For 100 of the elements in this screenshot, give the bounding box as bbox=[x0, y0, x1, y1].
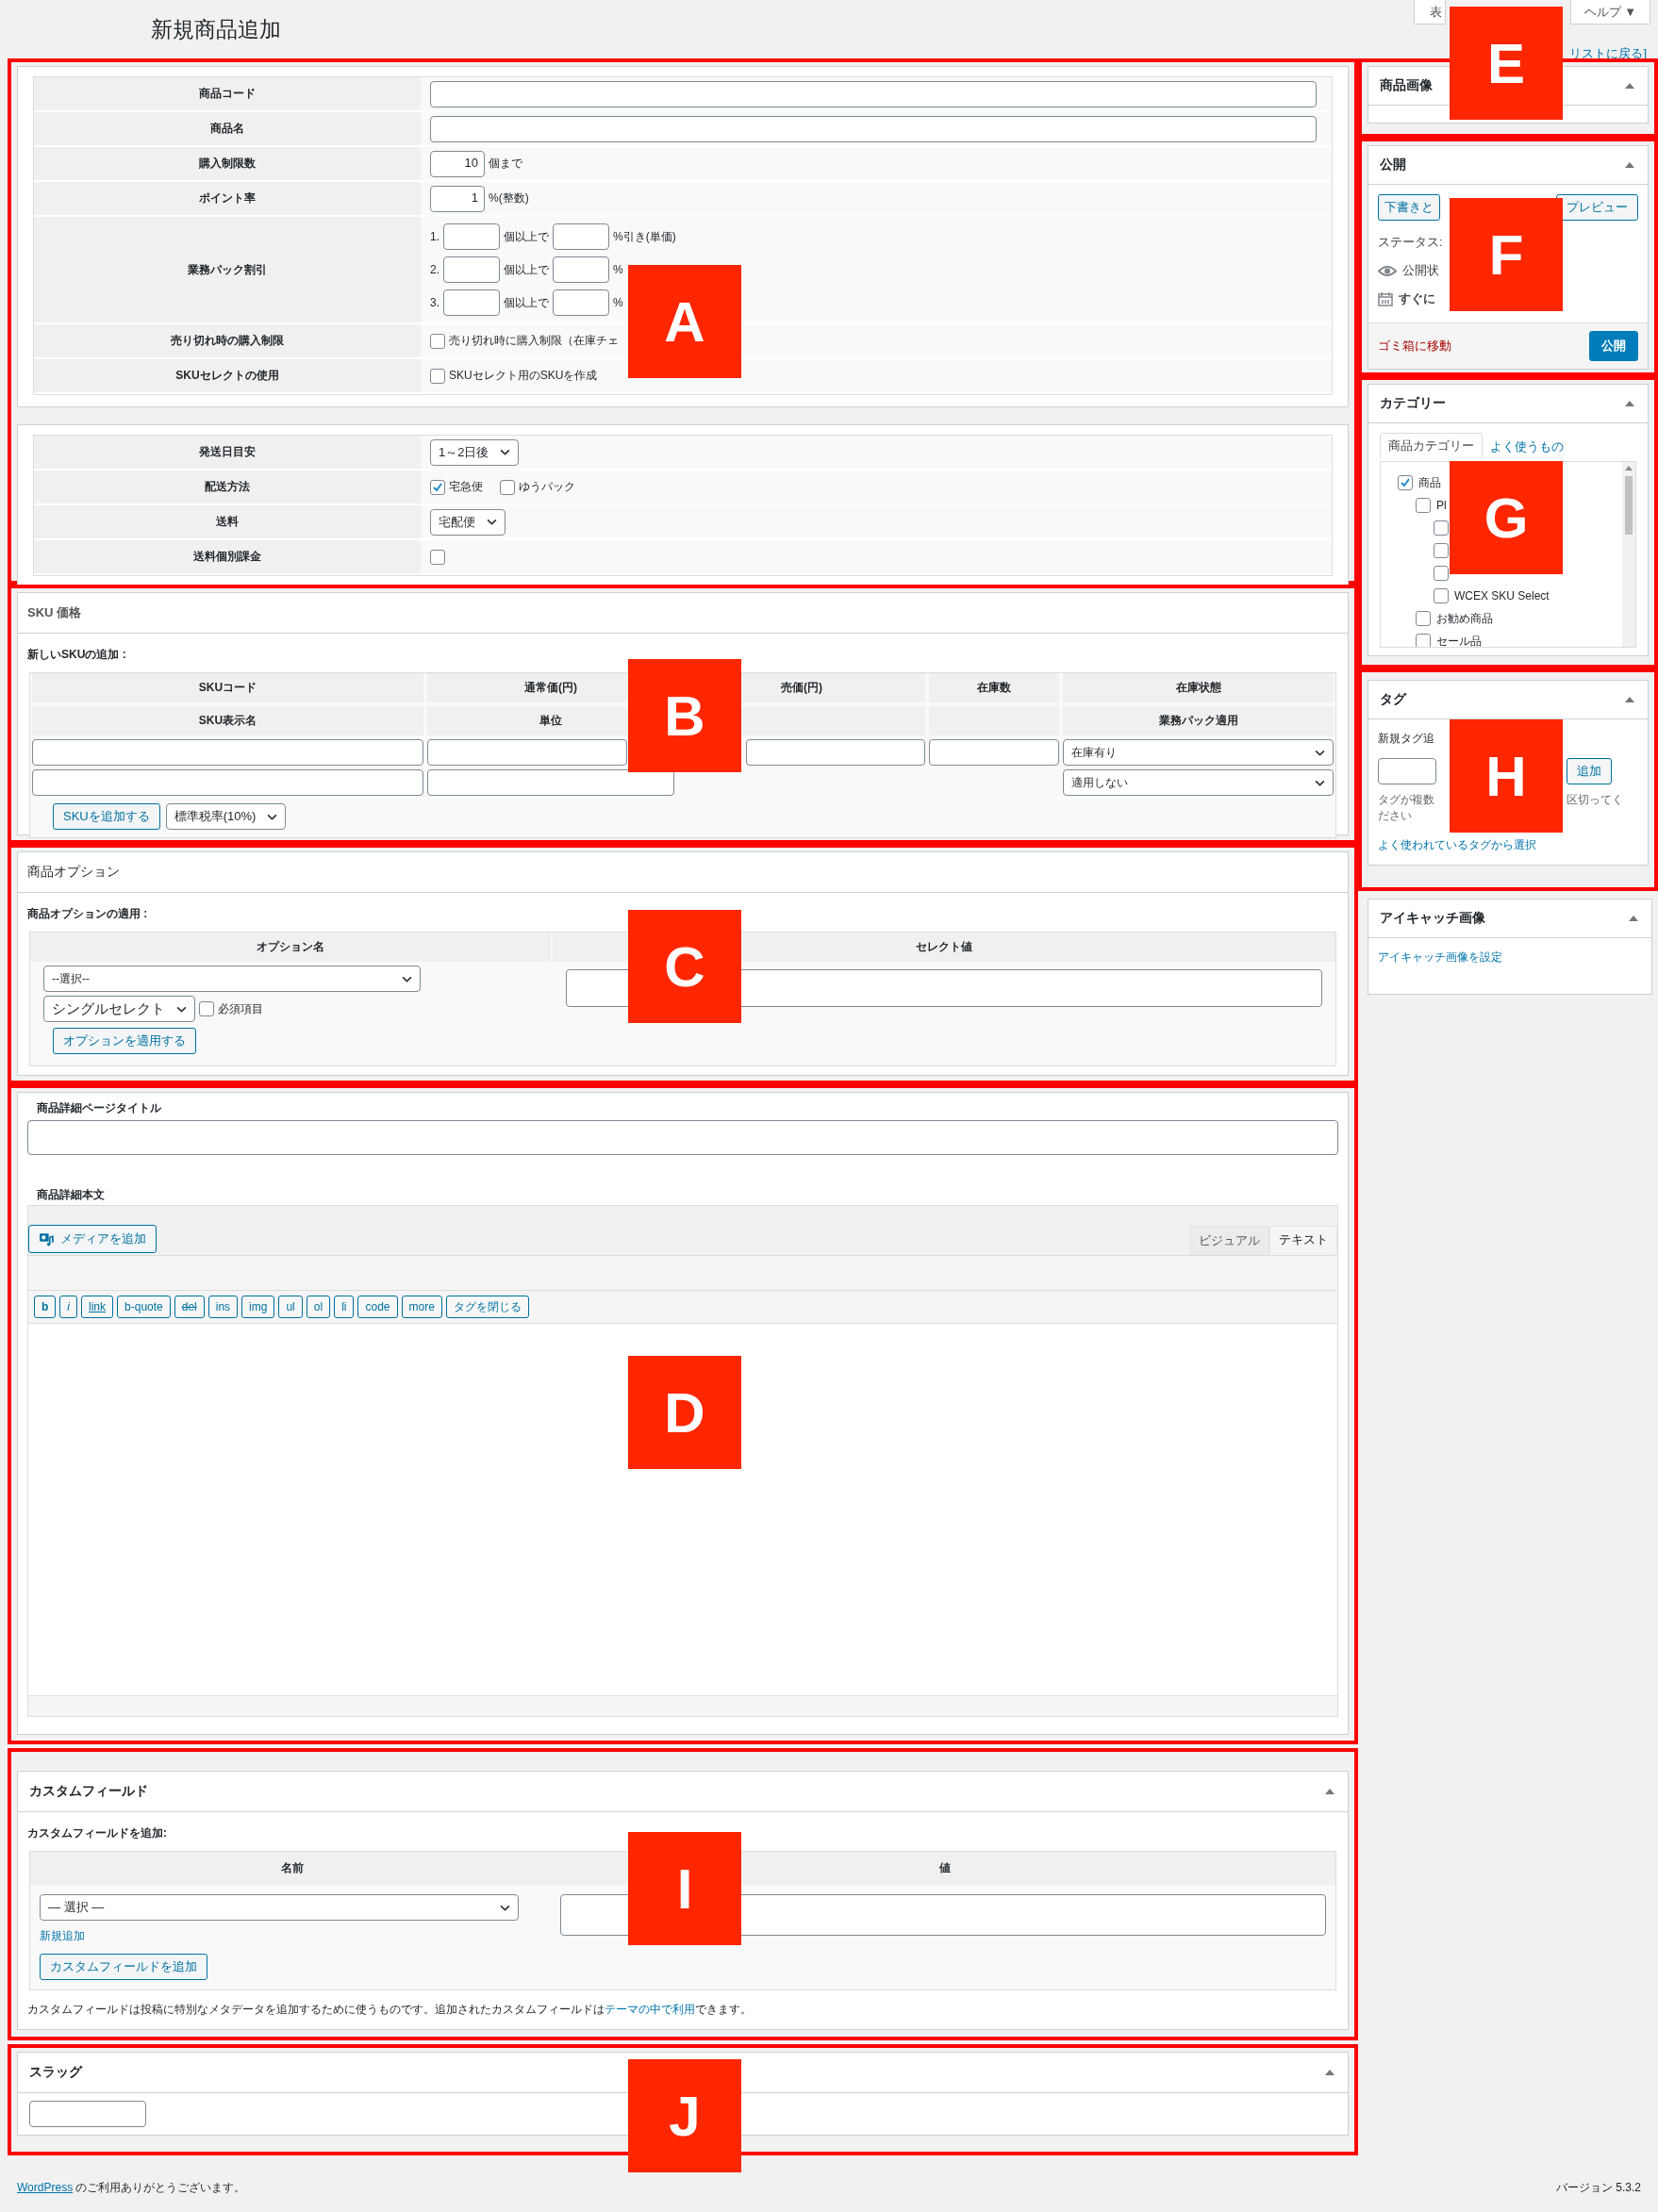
popular-tags-link[interactable]: よく使われているタグから選択 bbox=[1378, 837, 1638, 853]
text-field[interactable] bbox=[430, 115, 1317, 142]
unit-field[interactable] bbox=[427, 769, 674, 796]
quicktag-button[interactable]: li bbox=[334, 1296, 355, 1318]
price-field[interactable] bbox=[427, 739, 627, 766]
dropdown[interactable]: 標準税率(10%) bbox=[165, 803, 287, 830]
panel-title: 商品画像 bbox=[1380, 77, 1433, 94]
screen-options-button[interactable]: 表 bbox=[1413, 0, 1446, 25]
add-tag-button[interactable]: 追加 bbox=[1567, 758, 1612, 784]
quicktag-button[interactable]: code bbox=[357, 1296, 398, 1318]
stock-field[interactable] bbox=[929, 739, 1059, 766]
title-field[interactable] bbox=[27, 1120, 1338, 1155]
preview-button[interactable]: プレビュー bbox=[1556, 194, 1638, 221]
sale-price-field[interactable] bbox=[746, 739, 925, 766]
checkbox-label: SKUセレクト用のSKUを作成 bbox=[449, 368, 598, 384]
publish-button[interactable]: 公開 bbox=[1589, 331, 1638, 361]
trash-link[interactable]: ゴミ箱に移動 bbox=[1378, 338, 1451, 355]
category-tab[interactable]: よく使うもの bbox=[1483, 433, 1571, 461]
add-sku-button[interactable]: SKUを追加する bbox=[53, 803, 160, 830]
category-tab[interactable]: 商品カテゴリー bbox=[1380, 433, 1483, 459]
checkbox-label: 売り切れ時に購入制限（在庫チェ bbox=[449, 333, 619, 349]
dropdown[interactable]: — 選択 — bbox=[40, 1894, 519, 1921]
field-label: 配送方法 bbox=[34, 470, 421, 503]
toggle-icon[interactable] bbox=[1325, 1789, 1335, 1794]
scrollbar[interactable] bbox=[1622, 462, 1635, 647]
category-label: 商品 bbox=[1418, 474, 1441, 491]
quicktag-button[interactable]: タグを閉じる bbox=[445, 1296, 529, 1318]
checkbox[interactable] bbox=[1434, 588, 1449, 603]
dropdown[interactable]: --選択-- bbox=[43, 966, 421, 992]
scroll-up-icon[interactable] bbox=[1625, 466, 1633, 470]
panel-title: SKU 価格 bbox=[18, 593, 1348, 634]
checkbox[interactable] bbox=[430, 479, 445, 495]
save-draft-button[interactable]: 下書きと bbox=[1378, 194, 1440, 221]
toggle-icon[interactable] bbox=[1625, 401, 1634, 406]
checkbox[interactable] bbox=[1416, 634, 1431, 647]
tag-field[interactable] bbox=[1378, 758, 1436, 784]
set-featured-image-link[interactable]: アイキャッチ画像を設定 bbox=[1378, 950, 1502, 964]
hint-text: タグが複数 bbox=[1378, 792, 1434, 808]
rate-field[interactable] bbox=[553, 289, 609, 316]
quicktag-button[interactable]: more bbox=[401, 1296, 442, 1318]
sku-code-field[interactable] bbox=[32, 739, 423, 766]
quicktag-button[interactable]: link bbox=[81, 1296, 114, 1318]
quantity-field[interactable] bbox=[443, 256, 500, 283]
toggle-icon[interactable] bbox=[1629, 916, 1638, 921]
text-area[interactable] bbox=[28, 1324, 1337, 1695]
checkbox[interactable] bbox=[430, 549, 445, 565]
footer-text: WordPress のご利用ありがとうございます。 bbox=[17, 2180, 246, 2196]
quicktag-button[interactable]: b-quote bbox=[117, 1296, 171, 1318]
dropdown[interactable]: 宅配便 bbox=[430, 508, 506, 536]
add-custom-field-button[interactable]: カスタムフィールドを追加 bbox=[40, 1954, 207, 1980]
quicktag-button[interactable]: del bbox=[174, 1296, 205, 1318]
add-media-button[interactable]: メディアを追加 bbox=[28, 1225, 157, 1253]
quicktag-button[interactable]: ins bbox=[207, 1296, 239, 1318]
editor-tab[interactable]: ビジュアル bbox=[1189, 1226, 1269, 1255]
dropdown[interactable]: 在庫有り bbox=[1063, 739, 1334, 766]
text-field[interactable] bbox=[430, 80, 1317, 107]
number-field[interactable]: 10 bbox=[430, 150, 485, 177]
unit-label: 個まで bbox=[489, 156, 522, 172]
quantity-field[interactable] bbox=[443, 289, 500, 316]
checkbox[interactable] bbox=[1434, 543, 1449, 558]
quantity-field[interactable] bbox=[443, 223, 500, 250]
column-header: 業務パック適用 bbox=[1063, 706, 1334, 735]
rate-field[interactable] bbox=[553, 256, 609, 283]
quicktag-button[interactable]: img bbox=[241, 1296, 275, 1318]
new-link[interactable]: 新規追加 bbox=[40, 1928, 85, 1944]
checkbox[interactable] bbox=[430, 333, 445, 349]
wordpress-link[interactable]: WordPress bbox=[17, 2181, 74, 2194]
toggle-icon[interactable] bbox=[1625, 162, 1634, 168]
checkbox[interactable] bbox=[430, 368, 445, 384]
checkbox[interactable] bbox=[1434, 566, 1449, 581]
field-label: 商品詳細本文 bbox=[36, 1187, 106, 1203]
dropdown[interactable]: シングルセレクト bbox=[43, 996, 195, 1022]
quicktag-button[interactable]: b bbox=[34, 1296, 57, 1318]
panel-title: スラッグ bbox=[29, 2064, 82, 2081]
chevron-icon bbox=[500, 1904, 510, 1911]
checkbox[interactable] bbox=[199, 1001, 214, 1016]
quicktag-button[interactable]: ul bbox=[278, 1296, 303, 1318]
rate-field[interactable] bbox=[553, 223, 609, 250]
quicktag-button[interactable]: ol bbox=[306, 1296, 331, 1318]
sku-name-field[interactable] bbox=[32, 769, 423, 796]
checkbox[interactable] bbox=[1416, 611, 1431, 626]
checkbox[interactable] bbox=[1416, 498, 1431, 513]
checkbox[interactable] bbox=[1434, 520, 1449, 536]
dropdown[interactable]: 1～2日後 bbox=[430, 438, 520, 466]
toggle-icon[interactable] bbox=[1625, 697, 1634, 702]
toggle-icon[interactable] bbox=[1325, 2070, 1335, 2075]
dropdown[interactable]: 適用しない bbox=[1063, 769, 1334, 796]
scrollbar-thumb[interactable] bbox=[1625, 476, 1633, 535]
help-button[interactable]: ヘルプ ▼ bbox=[1569, 0, 1650, 25]
checkbox[interactable] bbox=[1398, 475, 1413, 490]
panel-title: タグ bbox=[1380, 691, 1406, 708]
slug-field[interactable] bbox=[29, 2101, 146, 2127]
quicktag-button[interactable]: i bbox=[59, 1296, 77, 1318]
checkbox[interactable] bbox=[500, 479, 515, 495]
apply-option-button[interactable]: オプションを適用する bbox=[53, 1028, 196, 1054]
editor-tab[interactable]: テキスト bbox=[1269, 1226, 1337, 1252]
number-field[interactable]: 1 bbox=[430, 185, 485, 212]
toggle-icon[interactable] bbox=[1625, 83, 1634, 89]
theme-link[interactable]: テーマの中で利用 bbox=[605, 2003, 695, 2016]
hint-text: ださい bbox=[1378, 808, 1412, 824]
